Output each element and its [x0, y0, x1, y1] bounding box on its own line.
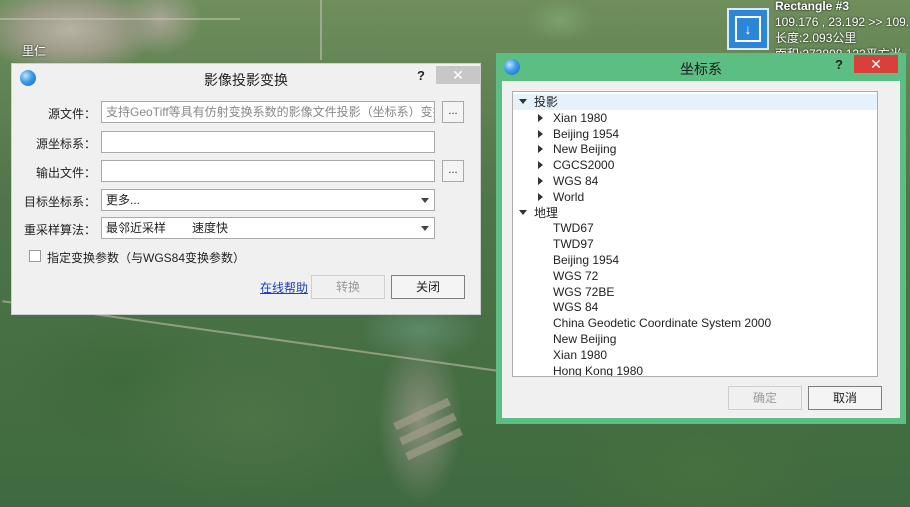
expand-down-icon[interactable]	[519, 99, 527, 104]
expand-right-icon[interactable]	[538, 145, 543, 154]
tree-item[interactable]: TWD67	[513, 220, 877, 236]
source-crs-input[interactable]	[101, 131, 435, 153]
tree-item-label: TWD67	[553, 221, 594, 236]
projection-dialog: 影像投影变换 ? ✕ 源文件： 支持GeoTiff等具有仿射变换系数的影像文件投…	[11, 63, 481, 315]
coordinate-tree[interactable]: 投影 Xian 1980 Beijing 1954 New Beijing CGCS20…	[512, 91, 878, 377]
tree-item-label: Beijing 1954	[553, 253, 620, 267]
source-file-label: 源文件：	[47, 107, 96, 121]
tree-group-label: 投影	[534, 95, 559, 109]
param-checkbox-label: 指定变换参数（与WGS84变换参数）	[47, 251, 246, 265]
tree-item[interactable]: China Geodetic Coordinate System 2000	[513, 315, 877, 331]
tree-item-label: Hong Kong 1980	[553, 363, 644, 377]
expand-right-icon[interactable]	[538, 177, 543, 185]
tree-group[interactable]: 地理	[513, 205, 877, 221]
tree-item-label: China Geodetic Coordinate System 2000	[553, 316, 772, 331]
convert-button[interactable]: 转换	[311, 275, 385, 299]
expand-right-icon[interactable]	[538, 192, 543, 201]
tree-item-label: Xian 1980	[553, 110, 608, 125]
rectangle-coords: 109.176 , 23.192 >> 109.	[775, 15, 910, 29]
tree-item[interactable]: Hong Kong 1980	[513, 363, 877, 377]
expand-right-icon[interactable]	[538, 161, 543, 170]
source-crs-label: 源坐标系：	[35, 137, 96, 151]
tree-item-label: New Beijing	[553, 332, 617, 346]
close-icon[interactable]: ✕	[436, 66, 480, 84]
chevron-down-icon	[421, 198, 429, 203]
output-file-label: 输出文件：	[35, 166, 96, 180]
tree-group-label: 地理	[534, 205, 559, 220]
target-crs-label: 目标坐标系：	[23, 195, 96, 209]
download-icon: ↓	[735, 16, 761, 42]
param-checkbox[interactable]	[29, 250, 41, 262]
help-button[interactable]: ?	[417, 68, 425, 83]
map-place-label: 里仁	[22, 44, 47, 58]
tree-item[interactable]: Xian 1980	[513, 110, 877, 126]
map-road	[0, 18, 240, 20]
tree-item-label: World	[553, 189, 585, 204]
source-file-row: 源文件：	[12, 101, 96, 125]
tree-item-label: WGS 84	[553, 174, 599, 188]
rectangle-title: Rectangle #3	[775, 0, 850, 13]
tree-item-label: TWD97	[553, 237, 594, 252]
tree-item[interactable]: New Beijing	[513, 141, 877, 157]
tree-item[interactable]: WGS 84	[513, 299, 877, 315]
help-button[interactable]: ?	[835, 57, 843, 72]
output-file-row: 输出文件：	[12, 160, 96, 184]
map-road	[320, 0, 322, 60]
resample-select[interactable]: 最邻近采样 速度快	[101, 217, 435, 239]
target-crs-select[interactable]: 更多...	[101, 189, 435, 211]
chevron-down-icon	[421, 226, 429, 231]
expand-down-icon[interactable]	[519, 209, 527, 215]
close-button[interactable]: 关闭	[391, 275, 465, 299]
coordinate-system-dialog: 坐标系 ? ✕ 投影 Xian 1980 Beijing 1954 New Beiji…	[496, 53, 906, 424]
tree-group[interactable]: 投影	[513, 94, 877, 110]
resample-value: 最邻近采样	[106, 221, 167, 235]
coordinate-titlebar[interactable]: 坐标系 ? ✕	[496, 53, 906, 81]
tree-item-label: New Beijing	[553, 142, 617, 157]
resample-note: 速度快	[192, 221, 229, 235]
coordinate-dialog-title: 坐标系	[680, 61, 722, 77]
output-file-browse-button[interactable]: ...	[442, 160, 464, 182]
target-crs-value: 更多...	[106, 193, 141, 207]
tree-item[interactable]: TWD97	[513, 236, 877, 252]
tree-item[interactable]: WGS 72	[513, 268, 877, 284]
close-icon[interactable]: ✕	[854, 55, 898, 73]
tree-item-label: WGS 72BE	[553, 284, 615, 299]
tree-item-label: Xian 1980	[553, 347, 608, 362]
output-file-input[interactable]	[101, 160, 435, 182]
resample-label: 重采样算法：	[23, 223, 96, 237]
online-help-link[interactable]: 在线帮助	[260, 279, 308, 296]
expand-right-icon[interactable]	[538, 113, 543, 122]
tree-item-label: WGS 72	[553, 268, 599, 283]
tree-item[interactable]: CGCS2000	[513, 157, 877, 173]
tree-item[interactable]: Xian 1980	[513, 347, 877, 363]
rectangle-length: 长度:2.093公里	[775, 31, 857, 45]
tree-item-label: CGCS2000	[553, 158, 615, 173]
tree-item[interactable]: WGS 72BE	[513, 284, 877, 300]
tree-item[interactable]: New Beijing	[513, 331, 877, 347]
target-crs-row: 目标坐标系：	[12, 189, 96, 213]
tree-item-label: WGS 84	[553, 300, 599, 315]
tree-item-label: Beijing 1954	[553, 126, 620, 141]
source-file-browse-button[interactable]: ...	[442, 101, 464, 123]
tree-item[interactable]: WGS 84	[513, 173, 877, 189]
tree-item[interactable]: Beijing 1954	[513, 126, 877, 142]
source-file-input[interactable]: 支持GeoTiff等具有仿射变换系数的影像文件投影（坐标系）变换	[101, 101, 435, 123]
tree-item[interactable]: World	[513, 189, 877, 205]
ok-button[interactable]: 确定	[728, 386, 802, 410]
projection-titlebar[interactable]: 影像投影变换 ? ✕	[12, 64, 480, 92]
coordinate-dialog-body: 投影 Xian 1980 Beijing 1954 New Beijing CGCS20…	[502, 81, 900, 418]
resample-row: 重采样算法：	[12, 217, 96, 241]
rectangle-download-button[interactable]: ↓	[727, 8, 769, 50]
projection-dialog-title: 影像投影变换	[204, 72, 288, 88]
tree-item[interactable]: Beijing 1954	[513, 252, 877, 268]
cancel-button[interactable]: 取消	[808, 386, 882, 410]
source-crs-row: 源坐标系：	[12, 131, 96, 155]
expand-right-icon[interactable]	[538, 129, 543, 138]
